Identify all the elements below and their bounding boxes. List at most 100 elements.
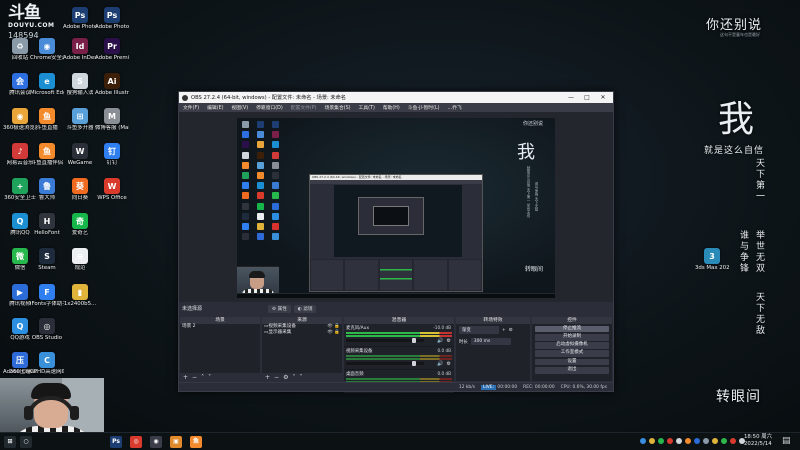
system-tray[interactable] [640, 438, 745, 444]
preview-desktop-icon [271, 131, 279, 139]
tray-icon[interactable] [649, 438, 655, 444]
desktop-icon[interactable]: 奇爱奇艺 [64, 213, 96, 236]
desktop-icon[interactable]: AiAdobe Illustrat... [95, 73, 129, 96]
desktop-icon[interactable]: FiFonts字体助手 [30, 284, 64, 307]
remove-scene-icon[interactable]: − [192, 374, 197, 381]
desktop-icon[interactable]: 鱼斗鱼直播 [31, 108, 63, 131]
desktop-icon[interactable]: S 搜狗输入法 [64, 73, 96, 96]
speaker-icon[interactable]: 🔊 [437, 361, 443, 367]
visibility-lock-icons[interactable]: 👁 🔒 [327, 330, 340, 336]
volume-slider[interactable] [346, 338, 425, 343]
add-transition-icon[interactable]: + [502, 328, 506, 333]
taskbar-app-icon[interactable]: ◎ [130, 436, 142, 448]
desktop-icon[interactable]: W WeGame [64, 143, 96, 166]
speaker-icon[interactable]: 🔊 [437, 338, 443, 344]
desktop-icon[interactable]: ▮ 1x2400b5... [64, 284, 96, 307]
tray-icon[interactable] [730, 438, 736, 444]
source-item[interactable]: ▭ 显示器采集 👁 🔒 [262, 330, 342, 336]
filters-button[interactable]: ◐ 滤镜 [293, 304, 317, 313]
tray-icon[interactable] [676, 438, 682, 444]
desktop-icon[interactable]: ◉Chrome安全浏览器 [30, 38, 64, 61]
tray-icon[interactable] [712, 438, 718, 444]
menu-item[interactable]: 工具(T) [359, 104, 375, 111]
volume-slider[interactable] [346, 361, 425, 366]
tray-icon[interactable] [640, 438, 646, 444]
desktop-icon[interactable]: ◎ OBS Studio [31, 318, 63, 341]
desktop-icon[interactable]: CCPHD高速网络加速 [30, 352, 64, 375]
control-button[interactable]: 开始录制 [535, 333, 609, 341]
desktop-icon[interactable]: 钉钉钉 [96, 143, 128, 166]
gear-icon[interactable]: ⚙ [509, 328, 513, 333]
taskbar-app-icon[interactable]: ▣ [170, 436, 182, 448]
desktop-icon[interactable]: PsAdobe Photosh... [63, 7, 97, 30]
menu-item[interactable]: 文件(F) [183, 104, 199, 111]
desktop-icon[interactable]: IdAdobe InDesi... [63, 38, 97, 61]
desktop-icon[interactable]: 葵向日葵 [64, 178, 96, 201]
move-down-icon[interactable]: ˅ [208, 374, 211, 381]
move-up-icon[interactable]: ˄ [292, 374, 295, 381]
duration-input[interactable]: 300 ms [470, 338, 511, 345]
desktop-icon[interactable]: PsAdobe Photosh... [95, 7, 129, 30]
gear-icon[interactable]: ⚙ [283, 374, 288, 381]
notification-icon[interactable]: ▤ [782, 436, 791, 446]
tray-icon[interactable] [667, 438, 673, 444]
obs-preview-canvas[interactable]: 你还别说 我 就是这么自信 天下第一 举世无双 谁与争锋 天下无敌 转眼间 OB… [237, 118, 555, 298]
volume-slider-knob[interactable] [411, 338, 416, 343]
properties-button[interactable]: ⚙ 属性 [268, 304, 291, 313]
taskbar-clock[interactable]: 18:50 周六 2022/5/14 [744, 434, 772, 448]
minimize-icon[interactable]: — [563, 94, 579, 101]
menu-item[interactable]: 斗鱼-jl-暂时(L) [408, 104, 440, 111]
remove-source-icon[interactable]: − [274, 374, 279, 381]
tray-icon[interactable] [694, 438, 700, 444]
menu-item[interactable]: 场景集合(S) [325, 104, 351, 111]
obs-preview-area[interactable]: 你还别说 我 就是这么自信 天下第一 举世无双 谁与争锋 天下无敌 转眼间 OB… [179, 112, 613, 307]
obs-titlebar[interactable]: OBS 27.2.4 (64-bit, windows) - 配置文件: 未命名… [179, 92, 613, 103]
control-button[interactable]: 设置 [535, 358, 609, 366]
sources-list[interactable]: ▭ 视频采集设备 👁 🔒 ▭ 显示器采集 👁 🔒 [262, 324, 342, 373]
obs-window[interactable]: OBS 27.2.4 (64-bit, windows) - 配置文件: 未命名… [178, 91, 614, 393]
gear-icon[interactable]: ⚙ [447, 361, 451, 367]
desktop-icon[interactable]: H HelloFont [31, 213, 63, 236]
add-source-icon[interactable]: + [265, 374, 270, 381]
close-icon[interactable]: ✕ [595, 94, 611, 101]
menu-item[interactable]: 视图(V) [231, 104, 248, 111]
desktop-icon-3dsmax[interactable]: 3 3ds Max 2020 - S... [695, 248, 729, 271]
transition-select[interactable]: 渐变 [459, 326, 499, 334]
move-down-icon[interactable]: ˅ [299, 374, 302, 381]
tray-icon[interactable] [721, 438, 727, 444]
scenes-list[interactable]: 场景 2 [180, 324, 260, 373]
desktop-icon[interactable]: W WPS Office [96, 178, 128, 201]
desktop-icon[interactable]: S Steam [31, 248, 63, 271]
taskbar-app-icon[interactable]: ○ [20, 436, 32, 448]
tray-icon[interactable] [703, 438, 709, 444]
tray-icon[interactable] [685, 438, 691, 444]
control-button[interactable]: 启动虚拟摄像机 [535, 342, 609, 349]
taskbar-app-icon[interactable]: ⊞ [4, 436, 16, 448]
control-button[interactable]: 停止推流 [535, 325, 609, 333]
desktop-icon[interactable]: ⊞ 斗鱼多开器 [64, 108, 96, 131]
control-button[interactable]: 工作室模式 [535, 350, 609, 358]
add-scene-icon[interactable]: + [183, 374, 188, 381]
tray-icon[interactable] [658, 438, 664, 444]
menu-item[interactable]: 编辑(E) [207, 104, 223, 111]
scene-item[interactable]: 场景 2 [180, 324, 260, 330]
desktop-icon[interactable]: eMicrosoft Edge [30, 73, 64, 96]
menu-item[interactable]: ...乔飞 [448, 104, 462, 111]
gear-icon[interactable]: ⚙ [447, 338, 451, 344]
menu-item[interactable]: 帮助(H) [383, 104, 400, 111]
desktop-icon[interactable]: ≡ 规范 [64, 248, 96, 271]
desktop-icon[interactable]: 鲁鲁大师 [31, 178, 63, 201]
menu-item[interactable]: 停靠窗口(D) [256, 104, 283, 111]
menu-item[interactable]: 配置文件(P) [291, 104, 317, 111]
taskbar-app-icon[interactable]: ◉ [150, 436, 162, 448]
maximize-icon[interactable]: □ [579, 94, 595, 101]
desktop-icon[interactable]: 鱼斗鱼直播伴侣 [31, 143, 63, 166]
desktop-icon[interactable]: PrAdobe Premie... [95, 38, 129, 61]
desktop-icon[interactable]: M微博客服 (Maiyang... [95, 108, 129, 131]
control-button[interactable]: 退出 [535, 366, 609, 374]
taskbar-app-icon[interactable]: Ps [110, 436, 122, 448]
preview-taskbar [237, 293, 555, 298]
taskbar-app-icon[interactable]: 鱼 [190, 436, 202, 448]
move-up-icon[interactable]: ˄ [201, 374, 204, 381]
volume-slider-knob[interactable] [411, 361, 416, 366]
